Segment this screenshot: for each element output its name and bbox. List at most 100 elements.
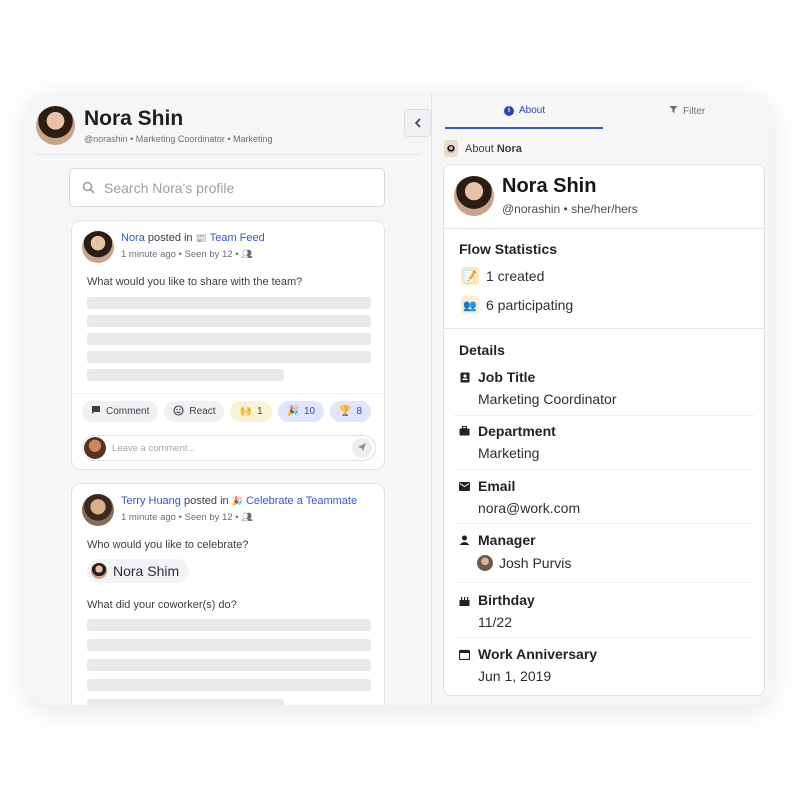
channel-link[interactable]: Celebrate a Teammate	[246, 495, 357, 507]
celebrated-name: Nora Shim	[113, 563, 180, 579]
reaction-chip[interactable]: 🏆 8	[330, 401, 372, 422]
react-button[interactable]: React	[164, 401, 225, 422]
email-value[interactable]: nora@work.com	[478, 500, 580, 516]
reaction-count: 1	[256, 406, 263, 417]
manager-name: Josh Purvis	[499, 555, 572, 571]
email-label-text: Email	[478, 478, 516, 494]
post-header: Terry Huang posted in 🎉 Celebrate a Team…	[82, 494, 357, 526]
about-prefix: About	[465, 142, 494, 155]
post-header: Nora posted in 📰 Team Feed 1 minute ago …	[82, 231, 265, 263]
filter-icon	[669, 105, 678, 117]
about-card: Nora Shin @norashin • she/her/hers Flow …	[443, 164, 765, 696]
avatar[interactable]	[82, 231, 114, 263]
anniversary-value: Jun 1, 2019	[478, 668, 552, 684]
reaction-count: 10	[303, 406, 316, 417]
about-name-title: Nora Shin	[502, 175, 597, 197]
divider	[454, 582, 754, 583]
manager-label: Manager	[459, 532, 536, 548]
divider	[444, 328, 764, 329]
chevron-left-icon	[414, 115, 422, 131]
profile-header: Nora Shin @norashin • Marketing Coordina…	[36, 105, 273, 145]
department-label-text: Department	[478, 423, 556, 439]
about-sidebar: i About Filter About Nora Nora Shin @nor…	[431, 93, 772, 705]
post-author[interactable]: Terry Huang	[121, 495, 181, 507]
comment-field[interactable]: Leave a comment...	[82, 435, 376, 461]
divider	[454, 637, 754, 638]
party-popper-icon: 🎉	[286, 406, 299, 417]
send-icon	[357, 442, 367, 454]
celebrated-person-chip[interactable]: Nora Shim	[87, 559, 190, 583]
birthday-label: Birthday	[459, 592, 535, 608]
post-meta: 1 minute ago • Seen by 12 •	[121, 249, 239, 260]
avatar	[454, 175, 494, 216]
trophy-icon: 🏆	[339, 406, 352, 417]
about-card-header: Nora Shin @norashin • she/her/hers	[454, 175, 638, 216]
tab-about-label: About	[519, 105, 546, 116]
people-icon: 👥	[461, 296, 479, 314]
people-icon: 👥︎	[241, 249, 253, 259]
about-name: Nora	[496, 142, 522, 155]
skeleton-line	[87, 619, 371, 631]
skeleton-line	[87, 333, 371, 345]
posted-in-text: posted in	[183, 495, 229, 507]
channel-icon: 📰	[195, 233, 207, 243]
skeleton-line	[87, 315, 371, 327]
post-actions: Comment React 🙌 1 🎉 10 🏆 8	[82, 401, 372, 422]
job-title-label-text: Job Title	[478, 369, 536, 385]
manager-value[interactable]: Josh Purvis	[477, 555, 571, 571]
divider	[454, 469, 754, 470]
collapse-panel-button[interactable]	[404, 109, 431, 137]
search-placeholder: Search Nora's profile	[104, 179, 235, 196]
badge-icon	[459, 372, 470, 383]
send-button[interactable]	[352, 438, 372, 458]
skeleton-line	[87, 297, 371, 309]
avatar[interactable]	[82, 494, 114, 526]
email-label: Email	[459, 478, 515, 494]
post-question: What did your coworker(s) do?	[87, 599, 237, 611]
job-title-label: Job Title	[459, 369, 535, 385]
search-icon	[82, 181, 96, 195]
comment-button[interactable]: Comment	[82, 401, 159, 422]
calendar-icon	[459, 649, 470, 660]
tab-filter[interactable]: Filter	[669, 105, 705, 117]
skeleton-line	[87, 699, 284, 705]
flows-participating[interactable]: 👥 6 participating	[461, 296, 573, 314]
anniversary-label: Work Anniversary	[459, 646, 597, 662]
person-icon	[459, 535, 470, 546]
reaction-chip[interactable]: 🎉 10	[277, 401, 325, 422]
flows-participating-label: 6 participating	[486, 297, 574, 313]
avatar	[84, 437, 106, 459]
divider	[444, 228, 764, 229]
skeleton-line	[87, 369, 284, 381]
active-tab-indicator	[445, 127, 603, 129]
search-input[interactable]: Search Nora's profile	[69, 168, 385, 207]
profile-subtitle: @norashin • Marketing Coordinator • Mark…	[84, 133, 273, 144]
divider	[36, 154, 420, 155]
comment-icon	[91, 405, 101, 418]
about-handle: @norashin • she/her/hers	[502, 202, 638, 216]
department-label: Department	[459, 423, 556, 439]
party-icon: 🎉	[231, 496, 243, 506]
comment-placeholder: Leave a comment...	[112, 442, 196, 454]
skeleton-line	[87, 679, 371, 691]
about-heading: About Nora	[444, 140, 522, 157]
posted-in-text: posted in	[147, 232, 193, 244]
flows-created[interactable]: 📝 1 created	[461, 267, 544, 285]
memo-icon: 📝	[461, 267, 479, 285]
avatar	[91, 563, 107, 579]
info-icon: i	[504, 105, 514, 116]
job-title-value: Marketing Coordinator	[478, 391, 617, 407]
tab-about[interactable]: i About	[504, 105, 545, 116]
channel-link[interactable]: Team Feed	[210, 232, 265, 244]
post-card: Nora posted in 📰 Team Feed 1 minute ago …	[71, 220, 385, 470]
skeleton-line	[87, 351, 371, 363]
anniversary-label-text: Work Anniversary	[478, 646, 598, 662]
skeleton-line	[87, 639, 371, 651]
divider	[454, 415, 754, 416]
post-author[interactable]: Nora	[121, 232, 145, 244]
flow-stats-title: Flow Statistics	[459, 241, 558, 257]
people-icon: 👥︎	[241, 512, 253, 522]
avatar	[36, 105, 75, 145]
reaction-chip[interactable]: 🙌 1	[230, 401, 272, 422]
birthday-value: 11/22	[478, 614, 512, 630]
